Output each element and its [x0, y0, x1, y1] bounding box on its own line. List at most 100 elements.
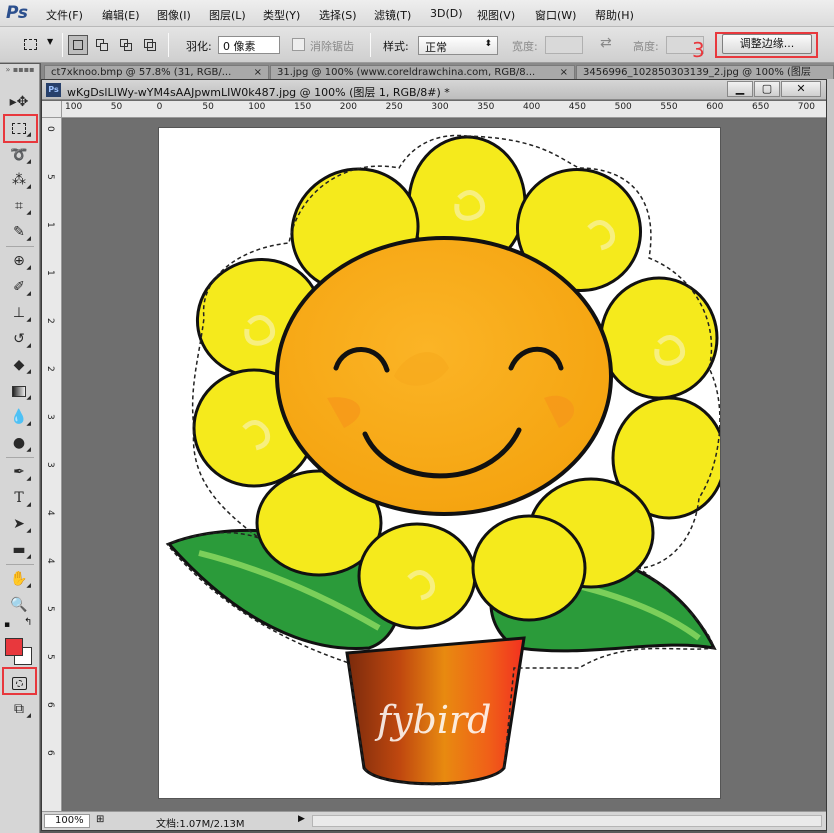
menu-help[interactable]: 帮助(H): [595, 7, 634, 23]
divider: [370, 33, 371, 57]
ruler-tick-label: 500: [614, 102, 632, 112]
magnifier-icon: 🔍: [10, 597, 28, 613]
tool-preset-picker[interactable]: ▼: [22, 37, 58, 53]
tab-document-2[interactable]: 31.jpg @ 100% (www.coreldrawchina.com, R…: [270, 65, 575, 80]
ps-document-icon: Ps: [46, 83, 61, 97]
vertical-ruler[interactable]: 0 5 1 1 2 2 3 3 4 4 5 5 6 6: [42, 118, 62, 811]
lasso-icon: ➰: [10, 147, 28, 163]
pot-label: fybird: [374, 698, 492, 742]
horizontal-ruler[interactable]: 100 50 0 50 100 150 200 250 300 350 400 450 500 550 60…: [62, 101, 826, 118]
default-colors-icon[interactable]: ▪: [4, 620, 10, 630]
style-select-value: 正常: [425, 41, 447, 54]
crop-icon: ⌗: [15, 198, 23, 214]
minimize-button[interactable]: ▁: [727, 81, 753, 97]
screen-mode-icon: ⧉: [14, 701, 24, 717]
brush-icon: ✐: [13, 279, 25, 295]
brush-tool[interactable]: ✐ ◢: [6, 276, 32, 298]
ruler-tick-label: 3: [45, 414, 55, 420]
tab-label: 31.jpg @ 100% (www.coreldrawchina.com, R…: [277, 67, 536, 78]
zoom-field[interactable]: 100%: [44, 814, 90, 828]
rectangle-tool[interactable]: ▬ ◢: [6, 539, 32, 561]
tab-document-3[interactable]: 3456996_102850303139_2.jpg @ 100% (图层: [576, 65, 834, 80]
pen-tool[interactable]: ✒ ◢: [6, 461, 32, 483]
move-tool[interactable]: ▸✥: [6, 91, 32, 113]
horizontal-scrollbar[interactable]: [312, 815, 822, 827]
menu-filter[interactable]: 滤镜(T): [374, 7, 411, 23]
ruler-tick-label: 450: [568, 102, 586, 112]
feather-label: 羽化:: [186, 40, 212, 53]
antialias-checkbox[interactable]: [292, 38, 305, 51]
antialias-label: 消除锯齿: [310, 40, 354, 53]
history-brush-tool[interactable]: ↺ ◢: [6, 328, 32, 350]
document-size-info: 文档:1.07M/2.13M: [156, 819, 245, 830]
ruler-tick-label: 700: [797, 102, 815, 112]
status-bar: 100% ⊞ 文档:1.07M/2.13M ▶: [42, 811, 826, 830]
type-tool[interactable]: T ◢: [6, 487, 32, 509]
canvas-area[interactable]: fybird: [63, 119, 826, 811]
menu-view[interactable]: 视图(V): [477, 7, 515, 23]
menu-window[interactable]: 窗口(W): [535, 7, 576, 23]
feather-input[interactable]: 0 像素: [218, 36, 280, 54]
maximize-button[interactable]: ▢: [754, 81, 780, 97]
dodge-icon: ●: [12, 435, 26, 451]
intersect-selection-button[interactable]: [140, 35, 160, 55]
panel-scrollbar[interactable]: [827, 79, 834, 833]
toolbox-grip[interactable]: » ▪▪▪▪: [2, 66, 38, 74]
marquee-preset-icon: [24, 39, 37, 50]
screen-mode-button[interactable]: ⧉ ◢: [6, 698, 32, 720]
ruler-origin[interactable]: [42, 101, 62, 118]
menu-type[interactable]: 类型(Y): [263, 7, 300, 23]
menu-edit[interactable]: 编辑(E): [102, 7, 140, 23]
dodge-tool[interactable]: ● ◢: [6, 432, 32, 454]
type-icon: T: [14, 490, 24, 506]
healing-brush-tool[interactable]: ⊕ ◢: [6, 250, 32, 272]
gradient-icon: [12, 385, 26, 397]
ruler-tick-label: 100: [248, 102, 266, 112]
close-icon[interactable]: ×: [254, 66, 262, 79]
foreground-color-swatch[interactable]: [5, 638, 23, 656]
style-label: 样式:: [383, 40, 409, 53]
image-canvas[interactable]: fybird: [159, 128, 727, 798]
menu-3d[interactable]: 3D(D): [430, 7, 463, 20]
menu-file[interactable]: 文件(F): [46, 7, 83, 23]
zoom-tool[interactable]: 🔍: [6, 594, 32, 616]
tab-document-1[interactable]: ct7xknoo.bmp @ 57.8% (31, RGB/... ×: [44, 65, 269, 80]
ruler-tick-label: 5: [45, 606, 55, 612]
lasso-tool[interactable]: ➰ ◢: [6, 144, 32, 166]
sunflower-illustration: fybird: [165, 134, 727, 786]
crop-tool[interactable]: ⌗ ◢: [6, 195, 32, 217]
menu-select[interactable]: 选择(S): [319, 7, 357, 23]
play-arrow-icon[interactable]: ▶: [298, 814, 305, 824]
close-icon[interactable]: ×: [560, 66, 568, 79]
ruler-tick-label: 400: [523, 102, 541, 112]
add-to-selection-button[interactable]: [92, 35, 112, 55]
path-selection-tool[interactable]: ➤ ◢: [6, 513, 32, 535]
width-input[interactable]: [545, 36, 583, 54]
menu-layer[interactable]: 图层(L): [209, 7, 246, 23]
annotation-number-3: 3: [692, 38, 705, 62]
swap-colors-icon[interactable]: ↰: [24, 617, 32, 628]
eraser-icon: ◆: [13, 357, 25, 373]
status-info-icon[interactable]: ⊞: [96, 814, 104, 825]
document-title-bar[interactable]: Ps wKgDslLIWy-wYM4sAAJpwmLIW0k487.jpg @ …: [42, 80, 826, 100]
magic-wand-icon: ⁂: [12, 172, 26, 188]
move-icon: ▸✥: [9, 94, 29, 110]
style-select[interactable]: 正常 ⬍: [418, 36, 498, 55]
gradient-tool[interactable]: ◢: [6, 380, 32, 402]
hand-tool[interactable]: ✋ ◢: [6, 568, 32, 590]
ruler-tick-label: 5: [45, 654, 55, 660]
tab-label: ct7xknoo.bmp @ 57.8% (31, RGB/...: [51, 67, 232, 78]
swap-arrows-icon[interactable]: ⇄: [600, 35, 612, 51]
clone-stamp-tool[interactable]: ⊥ ◢: [6, 302, 32, 324]
eyedropper-tool[interactable]: ✎ ◢: [6, 221, 32, 243]
ruler-tick-label: 0: [45, 126, 55, 132]
subtract-from-selection-button[interactable]: [116, 35, 136, 55]
new-selection-button[interactable]: [68, 35, 88, 55]
magic-wand-tool[interactable]: ⁂ ◢: [6, 169, 32, 191]
blur-tool[interactable]: 💧 ◢: [6, 406, 32, 428]
close-button[interactable]: ✕: [781, 81, 821, 97]
width-label: 宽度:: [512, 40, 538, 53]
ruler-tick-label: 4: [45, 558, 55, 564]
menu-image[interactable]: 图像(I): [157, 7, 191, 23]
eraser-tool[interactable]: ◆ ◢: [6, 354, 32, 376]
